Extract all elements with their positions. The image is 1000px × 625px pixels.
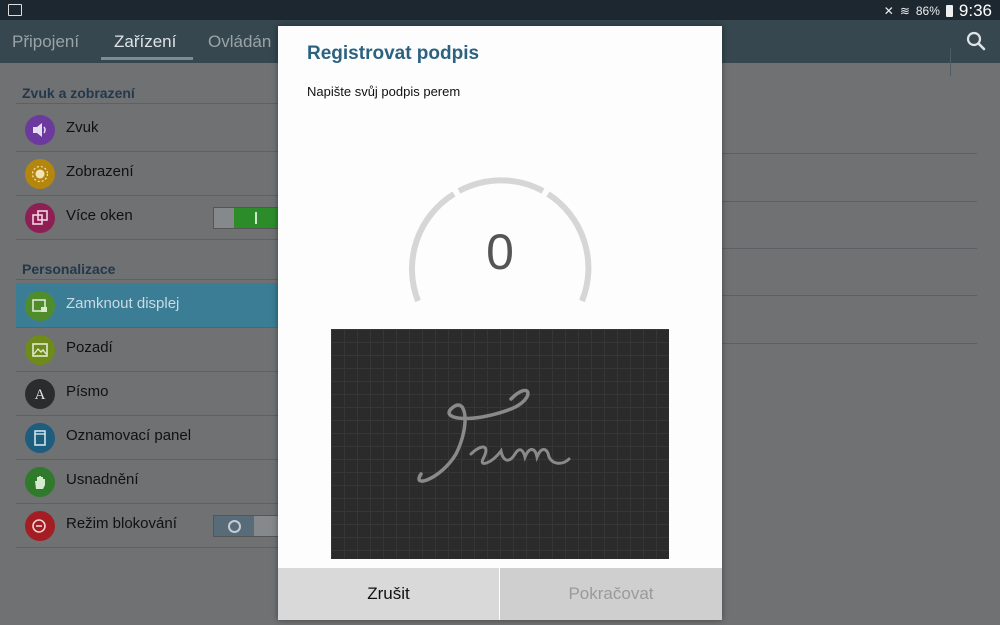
toggle-on (234, 208, 279, 228)
multi-window-icon (25, 203, 55, 233)
tab-controls[interactable]: Ovládán (208, 32, 271, 52)
signature-pad[interactable] (331, 329, 669, 559)
settings-item-lock-screen[interactable]: Zamknout displej (16, 283, 278, 328)
settings-item-sound[interactable]: Zvuk (16, 107, 278, 152)
gallery-notification-icon (8, 4, 22, 16)
row-divider (722, 343, 977, 344)
settings-item-multiwindow[interactable]: Více oken (16, 195, 280, 240)
active-tab-indicator (101, 57, 193, 60)
settings-item-notification-panel[interactable]: Oznamovací panel (16, 415, 278, 460)
settings-item-display[interactable]: Zobrazení (16, 151, 278, 196)
svg-text:A: A (35, 387, 46, 403)
divider (950, 48, 951, 76)
battery-icon (945, 5, 953, 17)
font-icon: A (25, 379, 55, 409)
item-label: Pozadí (66, 339, 113, 356)
dialog-instruction: Napište svůj podpis perem (307, 84, 461, 99)
blocking-mode-toggle[interactable] (213, 515, 280, 537)
lock-screen-icon (25, 291, 55, 321)
speaker-icon (25, 115, 55, 145)
toggle-off (214, 516, 254, 536)
item-label: Zamknout displej (66, 295, 180, 312)
item-label: Písmo (66, 383, 109, 400)
signature-counter: 0 (486, 224, 514, 280)
section-divider (16, 103, 278, 104)
row-divider (722, 153, 977, 154)
item-label: Usnadnění (66, 471, 139, 488)
status-right: ✕ ≋ 86% 9:36 (884, 1, 992, 21)
section-personalization: Personalizace (22, 261, 116, 277)
sample-signature-graphic (417, 388, 571, 483)
wifi-icon: ≋ (899, 4, 910, 18)
settings-list: Zvuk a zobrazení Zvuk Zobrazení Více oke… (0, 63, 280, 625)
settings-item-wallpaper[interactable]: Pozadí (16, 327, 278, 372)
brightness-icon (25, 159, 55, 189)
search-icon[interactable] (966, 31, 986, 51)
settings-item-accessibility[interactable]: Usnadnění (16, 459, 278, 504)
mute-icon: ✕ (883, 4, 894, 18)
settings-item-blocking-mode[interactable]: Režim blokování (16, 503, 280, 548)
notification-panel-icon (25, 423, 55, 453)
continue-button[interactable]: Pokračovat (500, 568, 722, 620)
item-label: Oznamovací panel (66, 427, 192, 444)
item-label: Režim blokování (66, 515, 177, 532)
row-divider (722, 295, 977, 296)
row-divider (722, 201, 977, 202)
section-divider (16, 279, 278, 280)
clock: 9:36 (958, 1, 992, 20)
hand-icon (25, 467, 55, 497)
multiwindow-toggle[interactable] (213, 207, 280, 229)
register-signature-dialog: Registrovat podpis Napište svůj podpis p… (278, 26, 722, 620)
tab-connections[interactable]: Připojení (12, 32, 79, 52)
battery-percent: 86% (915, 4, 940, 18)
wallpaper-icon (25, 335, 55, 365)
status-bar: ✕ ≋ 86% 9:36 (0, 0, 1000, 20)
item-label: Zobrazení (66, 163, 134, 180)
blocking-mode-icon (25, 511, 55, 541)
row-divider (722, 248, 977, 249)
cancel-button[interactable]: Zrušit (278, 568, 499, 620)
dialog-title: Registrovat podpis (307, 43, 480, 64)
item-label: Zvuk (66, 119, 99, 136)
section-sound-display: Zvuk a zobrazení (22, 85, 135, 101)
item-label: Více oken (66, 207, 133, 224)
settings-item-font[interactable]: A Písmo (16, 371, 278, 416)
tab-device[interactable]: Zařízení (114, 32, 176, 52)
